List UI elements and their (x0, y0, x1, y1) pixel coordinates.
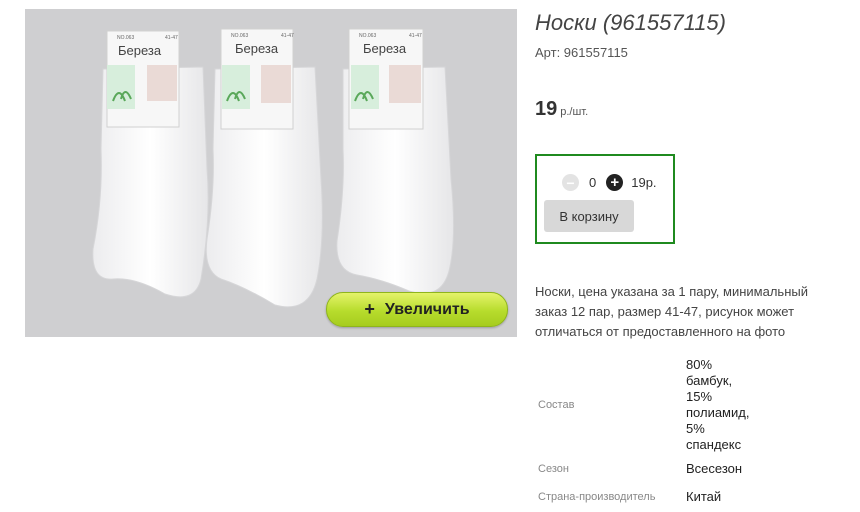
sock-3-code: NO.063 (359, 33, 376, 39)
property-name: Сезон (538, 463, 569, 475)
sock-1-code: NO.063 (117, 35, 134, 41)
zoom-button[interactable]: + Увеличить (326, 292, 508, 327)
price-value: 19 (535, 98, 558, 120)
product-article: Арт: 961557115 (535, 45, 628, 60)
quantity-stepper: − 0 + 19р. (562, 174, 657, 191)
product-price: 19 р./шт. (535, 98, 588, 121)
sock-3-size: 41-47 (409, 33, 422, 39)
property-value-line: 5% (686, 421, 705, 436)
property-name: Страна-производитель (538, 491, 656, 503)
price-unit: р./шт. (560, 106, 589, 118)
property-value-line: полиамид, (686, 405, 750, 420)
sock-1-size: 41-47 (165, 35, 178, 41)
cart-sum: 19р. (631, 175, 657, 190)
quantity-value: 0 (589, 175, 597, 190)
property-row: Страна-производитель Китай (535, 483, 766, 511)
property-value-line: спандекс (686, 437, 742, 452)
add-to-cart-button[interactable]: В корзину (544, 200, 634, 232)
socks-image: NO.063 41-47 Береза NO.063 41-47 Береза … (92, 28, 455, 308)
property-value-line: бамбук, (686, 373, 733, 388)
sock-2-size: 41-47 (281, 33, 294, 39)
property-row: Сезон Всесезон (535, 455, 766, 483)
plus-circle-icon[interactable]: + (606, 174, 624, 191)
property-value: Всесезон (686, 461, 743, 476)
sock-3: NO.063 41-47 Береза (336, 28, 455, 294)
properties-table: Состав 80% бамбук, 15% полиамид, 5% спан… (535, 355, 766, 511)
plus-icon: + (364, 299, 375, 319)
sock-1: NO.063 41-47 Береза (92, 30, 209, 298)
add-to-cart-box: − 0 + 19р. В корзину (535, 154, 675, 244)
property-value-line: 80% (686, 357, 713, 372)
property-value: 80% бамбук, 15% полиамид, 5% спандекс (686, 355, 766, 455)
property-value-line: 15% (686, 389, 713, 404)
sock-2-code: NO.063 (231, 33, 248, 39)
sock-1-brand: Береза (118, 43, 162, 58)
product-description: Носки, цена указана за 1 пару, минимальн… (535, 284, 808, 339)
minus-icon[interactable]: − (562, 174, 579, 191)
property-row: Состав 80% бамбук, 15% полиамид, 5% спан… (535, 355, 766, 455)
sock-2: NO.063 41-47 Береза (205, 28, 323, 308)
zoom-button-label: Увеличить (384, 300, 470, 318)
sock-2-brand: Береза (235, 41, 279, 56)
product-title: Носки (961557115) (535, 10, 726, 35)
property-name: Состав (538, 399, 575, 411)
product-photo[interactable]: NO.063 41-47 Береза NO.063 41-47 Береза … (25, 9, 517, 337)
property-value: Китай (686, 489, 722, 504)
sock-3-brand: Береза (363, 41, 407, 56)
